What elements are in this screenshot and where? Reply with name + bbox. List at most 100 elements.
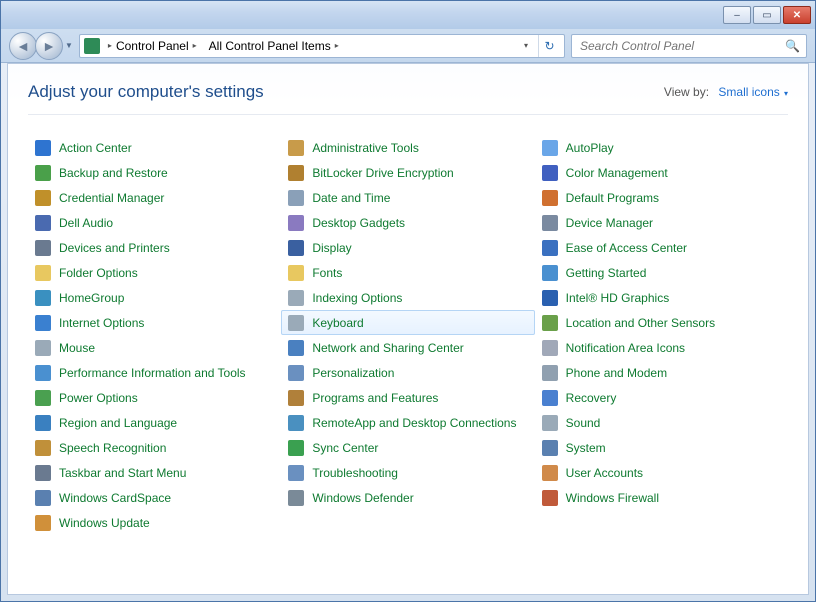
item-color-management[interactable]: Color Management <box>535 160 788 185</box>
item-mouse[interactable]: Mouse <box>28 335 281 360</box>
item-system[interactable]: System <box>535 435 788 460</box>
item-device-manager[interactable]: Device Manager <box>535 210 788 235</box>
item-user-accounts[interactable]: User Accounts <box>535 460 788 485</box>
item-label: Indexing Options <box>312 291 402 305</box>
item-default-programs[interactable]: Default Programs <box>535 185 788 210</box>
item-mouse-icon <box>35 340 51 356</box>
item-label: Region and Language <box>59 416 177 430</box>
item-backup-and-restore-icon <box>35 165 51 181</box>
item-notification-area-icon <box>542 340 558 356</box>
item-recovery-icon <box>542 390 558 406</box>
item-fonts-icon <box>288 265 304 281</box>
item-homegroup[interactable]: HomeGroup <box>28 285 281 310</box>
item-desktop-gadgets[interactable]: Desktop Gadgets <box>281 210 534 235</box>
item-performance-info-icon <box>35 365 51 381</box>
forward-button[interactable]: ► <box>35 32 63 60</box>
item-label: Intel® HD Graphics <box>566 291 670 305</box>
item-keyboard[interactable]: Keyboard <box>281 310 534 335</box>
item-getting-started-icon <box>542 265 558 281</box>
item-windows-update[interactable]: Windows Update <box>28 510 281 535</box>
breadcrumb[interactable]: ▸ Control Panel ▸ All Control Panel Item… <box>79 34 565 58</box>
close-button[interactable]: ✕ <box>783 6 811 24</box>
item-intel-hd-graphics[interactable]: Intel® HD Graphics <box>535 285 788 310</box>
item-ease-of-access-icon <box>542 240 558 256</box>
item-label: Ease of Access Center <box>566 241 687 255</box>
item-backup-and-restore[interactable]: Backup and Restore <box>28 160 281 185</box>
view-by-value[interactable]: Small icons ▾ <box>718 85 788 99</box>
item-display-icon <box>288 240 304 256</box>
item-fonts[interactable]: Fonts <box>281 260 534 285</box>
item-dell-audio-icon <box>35 215 51 231</box>
search-box[interactable]: 🔍 <box>571 34 807 58</box>
item-ease-of-access[interactable]: Ease of Access Center <box>535 235 788 260</box>
breadcrumb-label: Control Panel <box>116 39 189 53</box>
item-autoplay[interactable]: AutoPlay <box>535 135 788 160</box>
maximize-button[interactable]: ▭ <box>753 6 781 24</box>
item-taskbar-start-menu[interactable]: Taskbar and Start Menu <box>28 460 281 485</box>
item-system-icon <box>542 440 558 456</box>
item-programs-features[interactable]: Programs and Features <box>281 385 534 410</box>
item-notification-area[interactable]: Notification Area Icons <box>535 335 788 360</box>
item-remoteapp-icon <box>288 415 304 431</box>
item-personalization[interactable]: Personalization <box>281 360 534 385</box>
item-windows-firewall[interactable]: Windows Firewall <box>535 485 788 510</box>
item-label: Credential Manager <box>59 191 164 205</box>
item-speech-recognition[interactable]: Speech Recognition <box>28 435 281 460</box>
titlebar: – ▭ ✕ <box>1 1 815 29</box>
item-desktop-gadgets-icon <box>288 215 304 231</box>
item-power-options[interactable]: Power Options <box>28 385 281 410</box>
item-troubleshooting[interactable]: Troubleshooting <box>281 460 534 485</box>
item-label: AutoPlay <box>566 141 614 155</box>
item-internet-options[interactable]: Internet Options <box>28 310 281 335</box>
item-windows-defender[interactable]: Windows Defender <box>281 485 534 510</box>
item-sound[interactable]: Sound <box>535 410 788 435</box>
item-display[interactable]: Display <box>281 235 534 260</box>
item-label: Performance Information and Tools <box>59 366 246 380</box>
item-label: Fonts <box>312 266 342 280</box>
item-phone-and-modem[interactable]: Phone and Modem <box>535 360 788 385</box>
item-color-management-icon <box>542 165 558 181</box>
item-getting-started[interactable]: Getting Started <box>535 260 788 285</box>
item-performance-info[interactable]: Performance Information and Tools <box>28 360 281 385</box>
breadcrumb-item-1[interactable]: All Control Panel Items ▸ <box>205 35 343 57</box>
search-input[interactable] <box>578 38 785 54</box>
item-label: Speech Recognition <box>59 441 166 455</box>
address-dropdown[interactable]: ▾ <box>518 41 534 50</box>
item-homegroup-icon <box>35 290 51 306</box>
refresh-button[interactable]: ↻ <box>538 35 560 57</box>
item-administrative-tools[interactable]: Administrative Tools <box>281 135 534 160</box>
item-action-center[interactable]: Action Center <box>28 135 281 160</box>
item-intel-hd-graphics-icon <box>542 290 558 306</box>
item-recovery[interactable]: Recovery <box>535 385 788 410</box>
item-keyboard-icon <box>288 315 304 331</box>
item-default-programs-icon <box>542 190 558 206</box>
item-windows-cardspace[interactable]: Windows CardSpace <box>28 485 281 510</box>
item-windows-firewall-icon <box>542 490 558 506</box>
item-remoteapp[interactable]: RemoteApp and Desktop Connections <box>281 410 534 435</box>
item-credential-manager[interactable]: Credential Manager <box>28 185 281 210</box>
item-label: Troubleshooting <box>312 466 398 480</box>
item-device-manager-icon <box>542 215 558 231</box>
minimize-button[interactable]: – <box>723 6 751 24</box>
breadcrumb-item-0[interactable]: ▸ Control Panel ▸ <box>104 35 201 57</box>
item-date-and-time[interactable]: Date and Time <box>281 185 534 210</box>
item-devices-and-printers[interactable]: Devices and Printers <box>28 235 281 260</box>
item-bitlocker[interactable]: BitLocker Drive Encryption <box>281 160 534 185</box>
back-button[interactable]: ◄ <box>9 32 37 60</box>
item-windows-update-icon <box>35 515 51 531</box>
item-label: HomeGroup <box>59 291 124 305</box>
item-label: Administrative Tools <box>312 141 419 155</box>
control-panel-window: – ▭ ✕ ◄ ► ▼ ▸ Control Panel ▸ All Contro… <box>0 0 816 602</box>
item-label: Internet Options <box>59 316 144 330</box>
item-indexing-options[interactable]: Indexing Options <box>281 285 534 310</box>
item-label: Action Center <box>59 141 132 155</box>
chevron-down-icon: ▾ <box>782 89 788 98</box>
item-location-sensors[interactable]: Location and Other Sensors <box>535 310 788 335</box>
item-sync-center[interactable]: Sync Center <box>281 435 534 460</box>
item-region-language[interactable]: Region and Language <box>28 410 281 435</box>
item-folder-options[interactable]: Folder Options <box>28 260 281 285</box>
nav-history-dropdown[interactable]: ▼ <box>65 41 73 50</box>
item-date-and-time-icon <box>288 190 304 206</box>
item-network-sharing[interactable]: Network and Sharing Center <box>281 335 534 360</box>
item-dell-audio[interactable]: Dell Audio <box>28 210 281 235</box>
